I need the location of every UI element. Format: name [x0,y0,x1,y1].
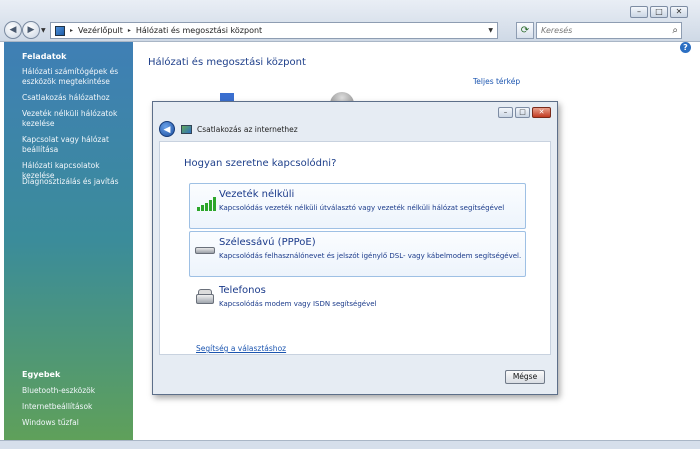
option-broadband-desc: Kapcsolódás felhasználónevet és jelszót … [219,252,522,260]
option-wireless-desc: Kapcsolódás vezeték nélküli útválasztó v… [219,204,505,212]
sidebar-item-setup-connection[interactable]: Kapcsolat vagy hálózat beállítása [22,135,127,155]
other-header: Egyebek [22,370,61,379]
option-broadband-title: Szélessávú (PPPoE) [219,237,316,248]
search-input[interactable]: Keresés ⌕ [536,22,682,39]
dialog-back-button[interactable]: ◀ [159,121,175,137]
breadcrumb-network-center[interactable]: Hálózati és megosztási központ [136,26,262,35]
option-dialup[interactable]: Telefonos Kapcsolódás modem vagy ISDN se… [189,279,526,319]
page-title: Hálózati és megosztási központ [148,57,306,68]
window-bottom-border [0,440,700,449]
option-broadband[interactable]: Szélessávú (PPPoE) Kapcsolódás felhaszná… [189,231,526,277]
search-placeholder: Keresés [541,26,573,35]
wireless-signal-icon [197,197,217,211]
sidebar-item-diagnose[interactable]: Diagnosztizálás és javítás [22,177,127,187]
chevron-down-icon[interactable]: ▼ [488,27,493,34]
close-button[interactable]: ✕ [670,6,688,18]
sidebar-item-firewall[interactable]: Windows tűzfal [22,418,127,428]
help-icon[interactable]: ? [680,42,691,53]
network-connection-icon [181,125,192,134]
window-controls: – □ ✕ [630,6,688,18]
sidebar-item-internet-options[interactable]: Internetbeállítások [22,402,127,412]
breadcrumb-separator-icon[interactable]: ▸ [128,27,131,34]
dialog-title: Csatlakozás az internethez [197,125,298,134]
dialog-maximize-button[interactable]: □ [515,107,530,118]
sidebar-item-wireless-networks[interactable]: Vezeték nélküli hálózatok kezelése [22,109,127,129]
breadcrumb-separator-icon[interactable]: ▸ [70,27,73,34]
full-map-link[interactable]: Teljes térkép [473,77,520,86]
dialog-body: Hogyan szeretne kapcsolódni? Vezeték nél… [159,141,551,355]
dialog-close-button[interactable]: ✕ [532,107,551,118]
refresh-button[interactable]: ⟳ [516,22,534,39]
minimize-button[interactable]: – [630,6,648,18]
option-dialup-title: Telefonos [219,285,266,296]
sidebar-item-bluetooth[interactable]: Bluetooth-eszközök [22,386,127,396]
dialog-question: Hogyan szeretne kapcsolódni? [184,158,337,169]
option-wireless-title: Vezeték nélküli [219,189,295,200]
help-choose-link[interactable]: Segítség a választáshoz [196,344,286,353]
back-button[interactable]: ◀ [4,21,22,39]
recent-pages-dropdown[interactable]: ▼ [41,27,46,34]
dialog-controls: – □ ✕ [498,107,551,118]
forward-button[interactable]: ▶ [22,21,40,39]
dialog-minimize-button[interactable]: – [498,107,513,118]
breadcrumb-control-panel[interactable]: Vezérlőpult [78,26,123,35]
search-icon[interactable]: ⌕ [672,25,678,36]
window-titlebar: – □ ✕ ◀ ▶ ▼ ▸ Vezérlőpult ▸ Hálózati és … [0,0,700,42]
control-panel-icon [55,25,65,36]
tasks-header: Feladatok [22,52,67,61]
connect-dialog: – □ ✕ ◀ Csatlakozás az internethez Hogya… [152,101,558,395]
cancel-button[interactable]: Mégse [505,370,545,384]
sidebar-item-view-computers[interactable]: Hálózati számítógépek és eszközök megtek… [22,67,127,87]
modem-icon [195,244,215,255]
task-pane: Feladatok Hálózati számítógépek és eszkö… [4,42,133,440]
sidebar-item-connect-network[interactable]: Csatlakozás hálózathoz [22,93,127,103]
option-wireless[interactable]: Vezeték nélküli Kapcsolódás vezeték nélk… [189,183,526,229]
phone-icon [196,289,214,304]
address-bar[interactable]: ▸ Vezérlőpult ▸ Hálózati és megosztási k… [50,22,498,39]
option-dialup-desc: Kapcsolódás modem vagy ISDN segítségével [219,300,377,308]
maximize-button[interactable]: □ [650,6,668,18]
